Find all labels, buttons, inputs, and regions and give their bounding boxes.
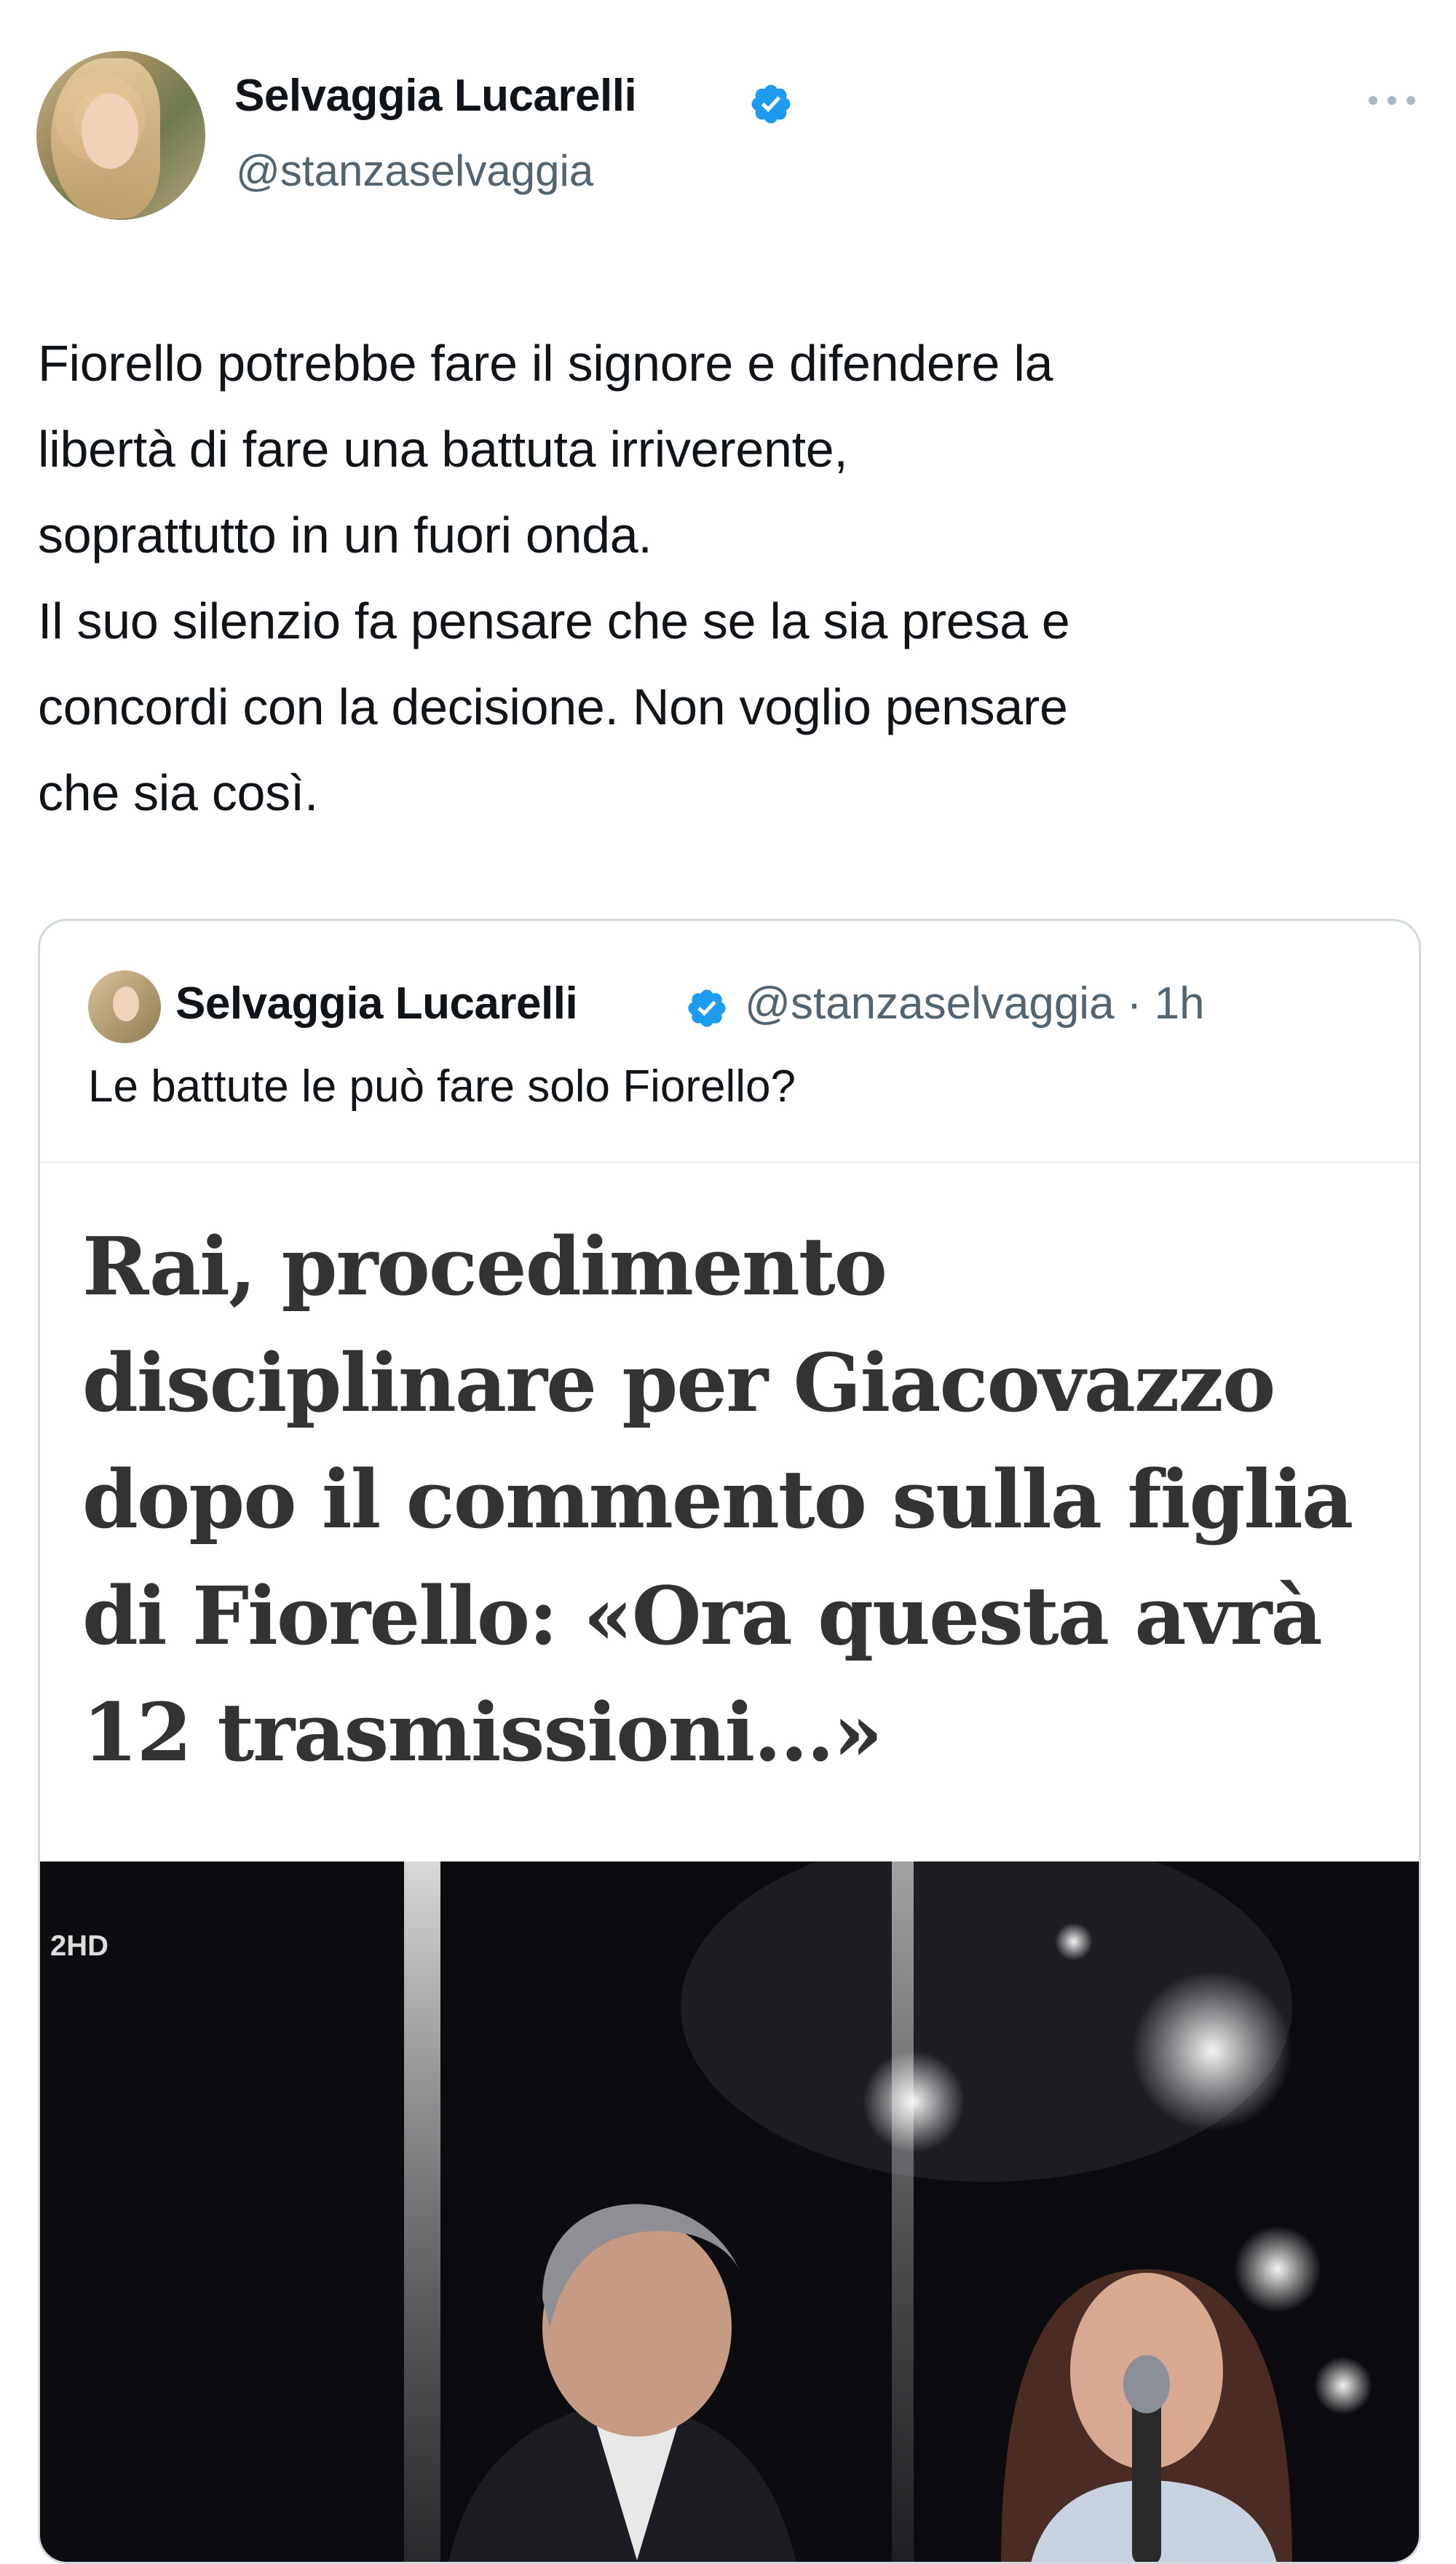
author-name[interactable]: Selvaggia Lucarelli	[234, 70, 637, 122]
quoted-author-name[interactable]: Selvaggia Lucarelli	[175, 978, 578, 1029]
quoted-tweet-card[interactable]: Selvaggia Lucarelli @stanzaselvaggia · 1…	[38, 919, 1421, 2564]
verified-badge-icon	[688, 989, 726, 1027]
channel-logo: 2HD	[50, 1930, 109, 1962]
video-thumbnail[interactable]: 2HD	[40, 1861, 1419, 2562]
quoted-handle-time[interactable]: @stanzaselvaggia · 1h	[745, 978, 1205, 1029]
article-headline: Rai, procedimento disciplinare per Giaco…	[82, 1219, 1353, 1779]
author-handle[interactable]: @stanzaselvaggia	[236, 146, 593, 196]
more-options-icon[interactable]	[1363, 86, 1421, 115]
quoted-author-avatar[interactable]	[88, 970, 161, 1043]
author-avatar[interactable]	[36, 51, 205, 220]
divider	[40, 1161, 1419, 1163]
verified-badge-icon	[751, 84, 791, 124]
tweet-text: Fiorello potrebbe fare il signore e dife…	[38, 335, 1070, 821]
quoted-tweet-text: Le battute le può fare solo Fiorello?	[88, 1061, 796, 1112]
video-frame-illustration	[40, 1861, 1419, 2562]
